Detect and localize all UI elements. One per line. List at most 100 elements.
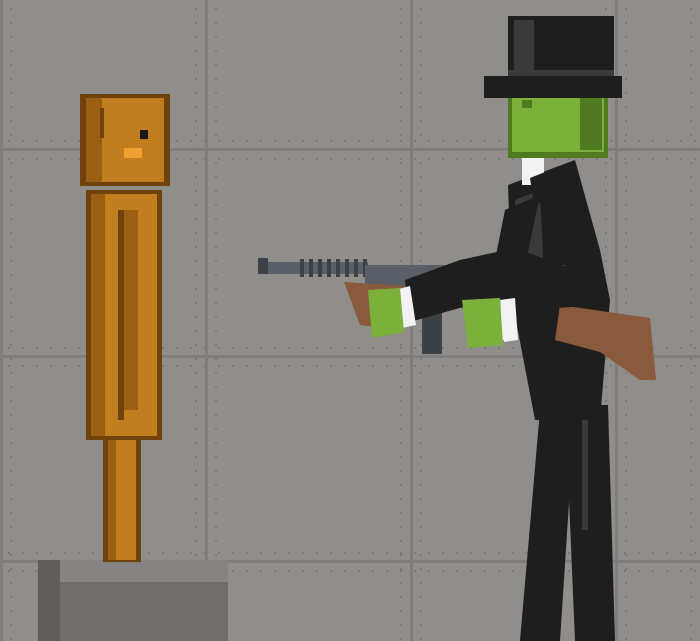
wall-rivet bbox=[78, 140, 80, 142]
wall-rivet bbox=[690, 218, 692, 220]
scene-canvas[interactable] bbox=[0, 0, 700, 641]
wall-rivet bbox=[568, 570, 570, 572]
wall-rivet bbox=[400, 552, 402, 554]
wall-rivet bbox=[176, 158, 178, 160]
gun-front-sight bbox=[258, 258, 268, 274]
wall-rivet bbox=[400, 106, 402, 108]
wall-rivet bbox=[215, 246, 217, 248]
wall-rivet bbox=[195, 330, 197, 332]
wall-rivet bbox=[420, 218, 422, 220]
wall-rivet bbox=[372, 552, 374, 554]
wall-rivet bbox=[195, 204, 197, 206]
wall-rivet bbox=[10, 120, 12, 122]
melon-head-shade bbox=[580, 90, 602, 150]
wall-rivet bbox=[288, 570, 290, 572]
wall-rivet bbox=[195, 134, 197, 136]
wall-rivet bbox=[625, 470, 627, 472]
wall-rivet bbox=[605, 260, 607, 262]
wall-rivet bbox=[690, 106, 692, 108]
panel-seam-vertical bbox=[205, 0, 208, 641]
wall-rivet bbox=[498, 158, 500, 160]
stone-pedestal[interactable] bbox=[38, 560, 228, 641]
wall-rivet bbox=[215, 288, 217, 290]
wall-rivet bbox=[195, 414, 197, 416]
wall-rivet bbox=[652, 552, 654, 554]
wall-rivet bbox=[400, 358, 402, 360]
wall-rivet bbox=[10, 456, 12, 458]
wall-rivet bbox=[638, 158, 640, 160]
wall-rivet bbox=[215, 232, 217, 234]
wall-rivet bbox=[316, 140, 318, 142]
wall-rivet bbox=[36, 347, 38, 349]
wall-rivet bbox=[456, 140, 458, 142]
wall-rivet bbox=[232, 347, 234, 349]
wall-rivet bbox=[50, 552, 52, 554]
wall-rivet bbox=[302, 347, 304, 349]
wall-rivet bbox=[666, 158, 668, 160]
wall-rivet bbox=[260, 158, 262, 160]
wall-rivet bbox=[400, 540, 402, 542]
pumpkin-leg-shade bbox=[108, 432, 116, 560]
wall-rivet bbox=[400, 526, 402, 528]
wall-rivet bbox=[690, 498, 692, 500]
wall-rivet bbox=[215, 204, 217, 206]
wall-rivet bbox=[10, 36, 12, 38]
wall-rivet bbox=[625, 596, 627, 598]
wall-rivet bbox=[625, 176, 627, 178]
wall-rivet bbox=[420, 470, 422, 472]
game-viewport[interactable] bbox=[0, 0, 700, 641]
wall-rivet bbox=[288, 365, 290, 367]
pumpkin-arm[interactable] bbox=[124, 210, 138, 410]
melon-front-hand[interactable] bbox=[368, 288, 404, 338]
wall-rivet bbox=[22, 365, 24, 367]
wall-rivet bbox=[690, 624, 692, 626]
wall-rivet bbox=[232, 365, 234, 367]
wall-rivet bbox=[10, 78, 12, 80]
melon-eye bbox=[522, 100, 532, 108]
pedestal-top bbox=[38, 560, 228, 582]
wall-rivet bbox=[680, 365, 682, 367]
wall-rivet bbox=[400, 50, 402, 52]
wall-rivet bbox=[690, 8, 692, 10]
wall-rivet bbox=[36, 570, 38, 572]
wall-rivet bbox=[420, 596, 422, 598]
wall-rivet bbox=[195, 372, 197, 374]
wall-rivet bbox=[195, 400, 197, 402]
wall-rivet bbox=[195, 358, 197, 360]
wall-rivet bbox=[10, 176, 12, 178]
wall-rivet bbox=[484, 140, 486, 142]
wall-rivet bbox=[625, 120, 627, 122]
wall-rivet bbox=[10, 484, 12, 486]
wall-rivet bbox=[420, 414, 422, 416]
wall-rivet bbox=[400, 400, 402, 402]
wall-rivet bbox=[694, 365, 696, 367]
panel-seam-vertical bbox=[0, 0, 3, 641]
wall-rivet bbox=[690, 176, 692, 178]
wall-rivet bbox=[680, 570, 682, 572]
wall-rivet bbox=[554, 158, 556, 160]
wall-rivet bbox=[690, 162, 692, 164]
wall-rivet bbox=[400, 428, 402, 430]
wall-rivet bbox=[215, 64, 217, 66]
melon-rear-hand[interactable] bbox=[462, 298, 503, 348]
wall-rivet bbox=[610, 365, 612, 367]
wall-rivet bbox=[420, 526, 422, 528]
wall-rivet bbox=[260, 570, 262, 572]
wall-rivet bbox=[596, 158, 598, 160]
wall-rivet bbox=[162, 347, 164, 349]
wall-rivet bbox=[232, 158, 234, 160]
wall-rivet bbox=[625, 386, 627, 388]
wall-rivet bbox=[78, 158, 80, 160]
wall-rivet bbox=[274, 140, 276, 142]
wall-rivet bbox=[605, 204, 607, 206]
wall-rivet bbox=[215, 526, 217, 528]
wall-rivet bbox=[484, 570, 486, 572]
wall-rivet bbox=[690, 36, 692, 38]
wall-rivet bbox=[218, 158, 220, 160]
wall-rivet bbox=[372, 158, 374, 160]
wall-rivet bbox=[456, 570, 458, 572]
wall-rivet bbox=[428, 365, 430, 367]
wall-rivet bbox=[190, 158, 192, 160]
wall-rivet bbox=[442, 140, 444, 142]
wall-rivet bbox=[400, 414, 402, 416]
